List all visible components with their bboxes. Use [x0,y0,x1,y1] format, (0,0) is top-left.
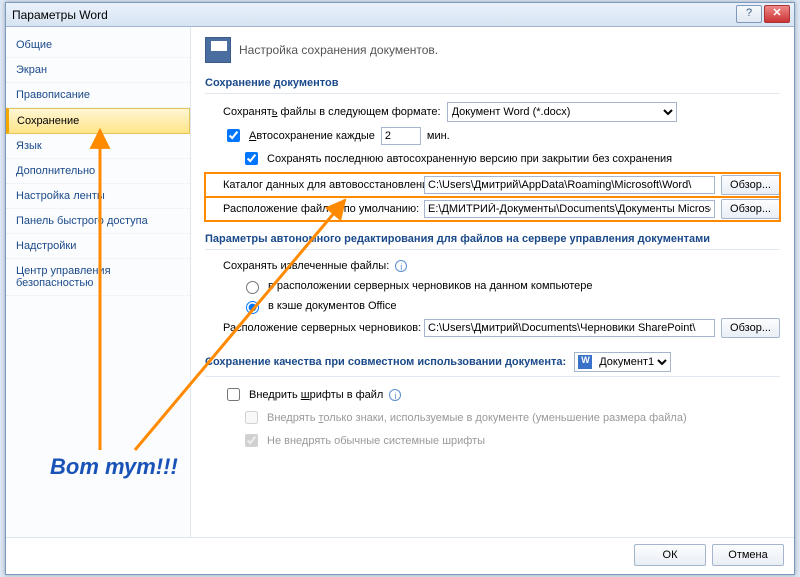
sidebar: Общие Экран Правописание Сохранение Язык… [6,27,191,537]
section-offline-editing: Параметры автономного редактирования для… [205,229,780,250]
help-button[interactable]: ? [736,5,762,23]
sidebar-item-addins[interactable]: Надстройки [6,234,190,259]
default-location-input[interactable] [424,200,715,218]
no-system-fonts-label: Не внедрять обычные системные шрифты [267,435,485,447]
sidebar-item-display[interactable]: Экран [6,58,190,83]
browse-server-drafts-button[interactable]: Обзор... [721,318,780,338]
autorecover-path-label: Каталог данных для автовосстановления: [223,179,418,191]
option-office-cache-radio[interactable] [246,301,259,314]
autorecover-path-input[interactable] [424,176,715,194]
target-document-select[interactable]: Документ1 [595,353,670,371]
embed-only-used-label: Внедрять только знаки, используемые в до… [267,412,687,424]
document-icon [578,355,592,369]
sidebar-item-save[interactable]: Сохранение [6,108,190,134]
minutes-label: мин. [427,130,450,142]
close-button[interactable]: ✕ [764,5,790,23]
browse-default-location-button[interactable]: Обзор... [721,199,780,219]
server-drafts-input[interactable] [424,319,715,337]
autosave-label: Автосохранение каждые [249,130,375,142]
page-header: Настройка сохранения документов. [239,43,438,57]
info-icon[interactable]: i [389,389,401,401]
section-save-documents: Сохранение документов [205,73,780,94]
section-quality-label: Сохранение качества при совместном испол… [205,356,566,368]
autosave-minutes-input[interactable] [381,127,421,145]
sidebar-item-ribbon[interactable]: Настройка ленты [6,184,190,209]
section-quality: Сохранение качества при совместном испол… [205,348,780,377]
titlebar: Параметры Word ? ✕ [6,3,794,27]
footer: ОК Отмена [6,537,794,571]
embed-fonts-label: Внедрить шрифты в файл [249,389,383,401]
browse-autorecover-button[interactable]: Обзор... [721,175,780,195]
save-checked-files-label: Сохранять извлеченные файлы: [223,260,389,272]
embed-fonts-checkbox[interactable] [227,388,240,401]
info-icon[interactable]: i [395,260,407,272]
autosave-checkbox[interactable] [227,129,240,142]
sidebar-item-proofing[interactable]: Правописание [6,83,190,108]
sidebar-item-general[interactable]: Общие [6,33,190,58]
default-location-label: Расположение файлов по умолчанию: [223,203,418,215]
sidebar-item-language[interactable]: Язык [6,134,190,159]
keep-last-autosave-checkbox[interactable] [245,152,258,165]
save-format-select[interactable]: Документ Word (*.docx) [447,102,677,122]
option-office-cache-label: в кэше документов Office [268,300,397,312]
option-local-drafts-label: в расположении серверных черновиков на д… [268,280,592,292]
server-drafts-label: Расположение серверных черновиков: [223,322,418,334]
no-system-fonts-checkbox [245,434,258,447]
option-local-drafts-radio[interactable] [246,281,259,294]
embed-only-used-checkbox [245,411,258,424]
ok-button[interactable]: ОК [634,544,706,566]
target-document-select-wrap[interactable]: Документ1 [574,352,671,372]
keep-last-autosave-label: Сохранять последнюю автосохраненную верс… [267,153,672,165]
sidebar-item-advanced[interactable]: Дополнительно [6,159,190,184]
save-icon [205,37,231,63]
window-title: Параметры Word [12,8,108,22]
main-panel: Настройка сохранения документов. Сохране… [191,27,794,537]
sidebar-item-trust-center[interactable]: Центр управления безопасностью [6,259,190,296]
format-label: Сохранять файлы в следующем формате: [223,106,441,118]
sidebar-item-quick-access[interactable]: Панель быстрого доступа [6,209,190,234]
cancel-button[interactable]: Отмена [712,544,784,566]
